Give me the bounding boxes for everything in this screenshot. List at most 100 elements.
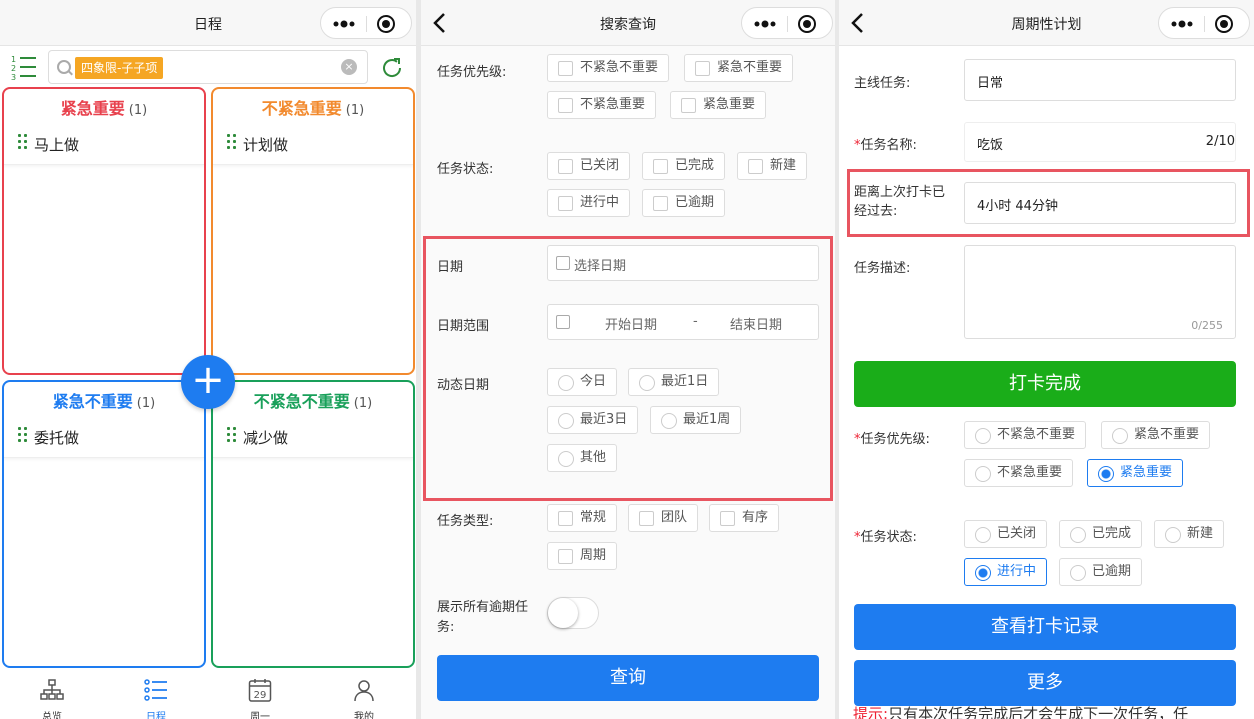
task-label: 减少做 xyxy=(243,429,289,447)
priority-label: 任务优先级: xyxy=(437,65,507,80)
type-option[interactable]: 团队 xyxy=(628,504,699,532)
quadrant-not-urgent-important: 不紧急重要 (1) 计划做 xyxy=(211,87,415,375)
add-task-button[interactable]: + xyxy=(181,355,235,409)
status-option[interactable]: 已完成 xyxy=(1059,520,1143,548)
status-option[interactable]: 进行中 xyxy=(547,189,631,217)
priority-option[interactable]: 不紧急重要 xyxy=(964,459,1074,487)
org-chart-icon xyxy=(40,679,64,700)
overdue-label: 展示所有逾期任 务: xyxy=(437,600,529,635)
mini-program-capsule xyxy=(320,7,412,39)
status-option[interactable]: 已逾期 xyxy=(642,189,726,217)
checkin-complete-button[interactable]: 打卡完成 xyxy=(854,361,1236,407)
quadrant-not-urgent-not-important: 不紧急不重要 (1) 减少做 xyxy=(211,380,415,668)
query-button[interactable]: 查询 xyxy=(437,655,819,701)
hint-text: 提示:只有本次任务完成后才会生成下一次任务，任 xyxy=(853,705,1189,719)
type-option[interactable]: 周期 xyxy=(547,542,618,570)
dynamic-date-option[interactable]: 最近3日 xyxy=(547,406,639,434)
date-range-label: 日期范围 xyxy=(437,319,490,334)
task-item[interactable]: 委托做 xyxy=(4,414,204,458)
description-input[interactable]: 0/255 xyxy=(964,245,1236,339)
filter-tag[interactable]: 四象限-子子项 xyxy=(75,57,164,79)
dynamic-date-option[interactable]: 今日 xyxy=(547,368,618,396)
task-item[interactable]: 减少做 xyxy=(213,414,413,458)
status-option[interactable]: 已逾期 xyxy=(1059,558,1143,586)
list-icon xyxy=(144,679,167,701)
end-date[interactable]: 结束日期 xyxy=(730,314,782,333)
char-counter: 2/10 xyxy=(1205,134,1235,149)
quadrant-title: 紧急重要 (1) xyxy=(60,99,148,118)
elapsed-label: 距离上次打卡已 经过去: xyxy=(854,185,946,219)
close-miniprogram-icon[interactable] xyxy=(1215,15,1233,33)
tab-overview[interactable]: 总览 xyxy=(0,670,104,719)
tab-schedule[interactable]: 日程 xyxy=(104,670,208,719)
search-input[interactable]: 四象限-子子项 × xyxy=(48,50,368,84)
more-icon[interactable] xyxy=(754,17,776,31)
quadrant-title: 不紧急重要 (1) xyxy=(261,99,365,118)
status-option[interactable]: 已关闭 xyxy=(964,520,1048,548)
dynamic-date-label: 动态日期 xyxy=(437,378,490,393)
drag-handle-icon[interactable] xyxy=(18,427,28,443)
task-item[interactable]: 计划做 xyxy=(213,121,413,165)
elapsed-field: 4小时 44分钟 xyxy=(964,182,1236,224)
search-icon xyxy=(57,60,71,74)
date-range-picker[interactable]: 开始日期 - 结束日期 xyxy=(547,304,819,340)
priority-option[interactable]: 紧急重要 xyxy=(670,91,767,119)
dynamic-date-option[interactable]: 最近1周 xyxy=(650,406,742,434)
search-panel: 搜索查询 任务优先级: 不紧急不重要 紧急不重要 不紧急重要 紧急重要 任务状态… xyxy=(421,0,835,719)
tab-monday[interactable]: 29 周一 xyxy=(208,670,312,719)
mini-program-capsule xyxy=(1158,7,1250,39)
svg-text:1: 1 xyxy=(11,55,16,64)
type-option[interactable]: 常规 xyxy=(547,504,618,532)
task-name-input[interactable]: 吃饭 2/10 xyxy=(964,122,1236,162)
priority-label: *任务优先级: xyxy=(854,432,930,447)
char-counter: 0/255 xyxy=(1191,319,1223,332)
refresh-icon[interactable] xyxy=(380,56,404,80)
show-overdue-toggle[interactable] xyxy=(547,597,599,629)
more-icon[interactable] xyxy=(333,17,355,31)
numbered-list-icon[interactable]: 1 2 3 xyxy=(10,54,38,82)
more-button[interactable]: 更多 xyxy=(854,660,1236,706)
type-label: 任务类型: xyxy=(437,514,494,529)
dynamic-date-option[interactable]: 最近1日 xyxy=(628,368,720,396)
tab-label: 日程 xyxy=(146,712,166,719)
tab-mine[interactable]: 我的 xyxy=(312,670,416,719)
status-option[interactable]: 新建 xyxy=(1154,520,1225,548)
nav-bar: 搜索查询 xyxy=(421,0,835,46)
task-item[interactable]: 马上做 xyxy=(4,121,204,165)
view-checkin-records-button[interactable]: 查看打卡记录 xyxy=(854,604,1236,650)
priority-option-selected[interactable]: 紧急重要 xyxy=(1087,459,1184,487)
status-label: 任务状态: xyxy=(437,162,494,177)
priority-option[interactable]: 不紧急不重要 xyxy=(547,54,670,82)
svg-text:29: 29 xyxy=(254,690,267,701)
mini-program-capsule xyxy=(741,7,833,39)
start-date[interactable]: 开始日期 xyxy=(605,314,657,333)
status-option[interactable]: 已完成 xyxy=(642,152,726,180)
priority-option[interactable]: 不紧急不重要 xyxy=(964,421,1087,449)
priority-option[interactable]: 不紧急重要 xyxy=(547,91,657,119)
main-task-field[interactable]: 日常 xyxy=(964,59,1236,101)
dynamic-date-option[interactable]: 其他 xyxy=(547,444,618,472)
svg-text:3: 3 xyxy=(11,73,16,82)
quadrant-urgent-not-important: 紧急不重要 (1) 委托做 xyxy=(2,380,206,668)
status-option[interactable]: 已关闭 xyxy=(547,152,631,180)
drag-handle-icon[interactable] xyxy=(18,134,28,150)
nav-bar: 周期性计划 xyxy=(839,0,1254,46)
task-name-label: *任务名称: xyxy=(854,138,917,153)
more-icon[interactable] xyxy=(1171,17,1193,31)
person-icon xyxy=(354,680,374,702)
clear-icon[interactable]: × xyxy=(341,59,357,75)
status-option[interactable]: 新建 xyxy=(737,152,808,180)
priority-option[interactable]: 紧急不重要 xyxy=(684,54,794,82)
drag-handle-icon[interactable] xyxy=(227,134,237,150)
tab-label: 总览 xyxy=(42,712,62,719)
close-miniprogram-icon[interactable] xyxy=(798,15,816,33)
close-miniprogram-icon[interactable] xyxy=(377,15,395,33)
calendar-icon xyxy=(556,315,570,329)
task-label: 马上做 xyxy=(34,136,80,154)
main-task-label: 主线任务: xyxy=(854,76,911,91)
drag-handle-icon[interactable] xyxy=(227,427,237,443)
type-option[interactable]: 有序 xyxy=(709,504,780,532)
priority-option[interactable]: 紧急不重要 xyxy=(1101,421,1211,449)
status-option-selected[interactable]: 进行中 xyxy=(964,558,1048,586)
date-picker[interactable]: 选择日期 xyxy=(547,245,819,281)
